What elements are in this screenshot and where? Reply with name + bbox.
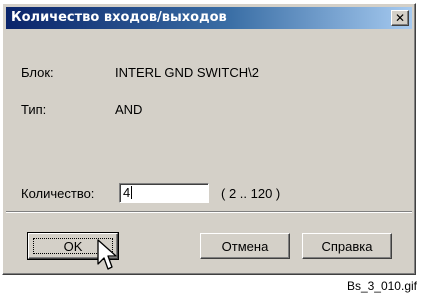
count-label: Количество:	[21, 186, 95, 201]
divider	[6, 211, 412, 213]
cancel-button[interactable]: Отмена	[200, 233, 290, 259]
cancel-button-label: Отмена	[221, 238, 269, 254]
mouse-pointer-icon	[97, 239, 117, 270]
count-range-hint: ( 2 .. 120 )	[221, 186, 281, 201]
type-label: Тип:	[21, 102, 47, 117]
text-caret	[131, 186, 133, 199]
type-value: AND	[115, 102, 143, 117]
help-button-label: Справка	[321, 238, 373, 254]
block-label: Блок:	[21, 65, 54, 80]
count-input[interactable]: 4	[119, 183, 209, 203]
close-icon: ✕	[394, 11, 406, 25]
count-input-value: 4	[123, 185, 131, 200]
close-button[interactable]: ✕	[391, 10, 409, 26]
dialog-title: Количество входов/выходов	[11, 10, 227, 25]
title-bar[interactable]: Количество входов/выходов ✕	[6, 7, 412, 29]
block-value: INTERL GND SWITCH\2	[115, 65, 259, 80]
dialog-window: Количество входов/выходов ✕ Блок: INTERL…	[2, 3, 416, 275]
help-button[interactable]: Справка	[302, 233, 392, 259]
image-caption: Bs_3_010.gif	[346, 279, 417, 293]
